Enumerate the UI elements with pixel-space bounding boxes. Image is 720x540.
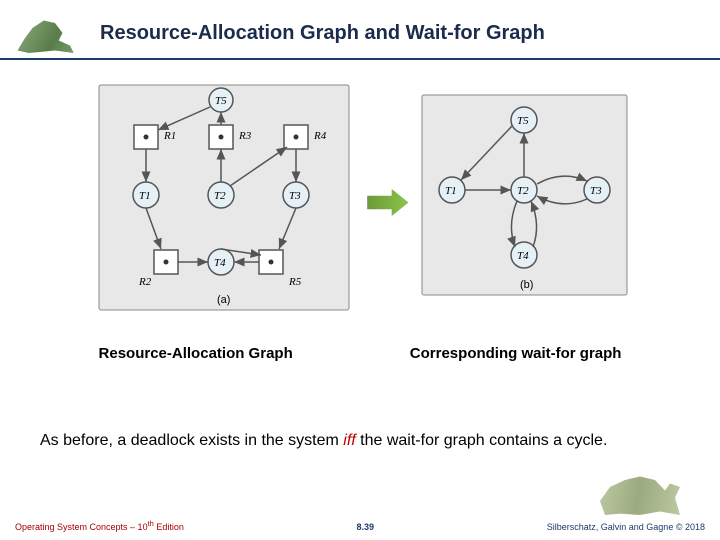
wf-t4: T4 bbox=[517, 250, 529, 262]
label-t2: T2 bbox=[214, 190, 226, 202]
body-post: the wait-for graph contains a cycle. bbox=[356, 432, 608, 449]
wf-t2: T2 bbox=[517, 185, 529, 197]
label-t3: T3 bbox=[289, 190, 301, 202]
wf-t3: T3 bbox=[590, 185, 602, 197]
dinosaur-watermark-icon bbox=[590, 452, 690, 522]
caption-row: Resource-Allocation Graph Corresponding … bbox=[40, 345, 680, 362]
diagram-b-label: (b) bbox=[520, 279, 533, 291]
caption-b: Corresponding wait-for graph bbox=[410, 345, 622, 362]
label-r3: R3 bbox=[238, 130, 252, 142]
wait-for-graph: T5 T1 T2 T3 T4 (b) bbox=[417, 90, 632, 315]
footer-left: Operating System Concepts – 10th Edition bbox=[15, 519, 184, 532]
wf-t5: T5 bbox=[517, 115, 529, 127]
dinosaur-logo-icon bbox=[10, 8, 85, 58]
label-r1: R1 bbox=[163, 130, 176, 142]
label-r4: R4 bbox=[313, 130, 327, 142]
body-text: As before, a deadlock exists in the syst… bbox=[40, 432, 680, 450]
footer-center: 8.39 bbox=[357, 522, 375, 532]
caption-a: Resource-Allocation Graph bbox=[99, 345, 293, 362]
diagram-row: R1 R3 R4 T5 T1 T2 T3 R2 R5 T4 (a) T5 T1 … bbox=[40, 75, 680, 330]
transform-arrow-icon bbox=[367, 189, 409, 216]
wf-t1: T1 bbox=[445, 185, 457, 197]
body-iff: iff bbox=[343, 432, 355, 449]
label-t4: T4 bbox=[214, 257, 226, 269]
slide-title: Resource-Allocation Graph and Wait-for G… bbox=[100, 22, 545, 45]
diagram-a-label: (a) bbox=[217, 294, 230, 306]
body-pre: As before, a deadlock exists in the syst… bbox=[40, 432, 343, 449]
label-r2: R2 bbox=[138, 276, 152, 288]
label-t1: T1 bbox=[139, 190, 151, 202]
resource-allocation-graph: R1 R3 R4 T5 T1 T2 T3 R2 R5 T4 (a) bbox=[89, 75, 359, 330]
slide-header: Resource-Allocation Graph and Wait-for G… bbox=[0, 0, 720, 60]
footer-right: Silberschatz, Galvin and Gagne © 2018 bbox=[547, 522, 705, 532]
label-t5: T5 bbox=[215, 95, 227, 107]
slide-footer: Operating System Concepts – 10th Edition… bbox=[0, 519, 720, 532]
content-area: R1 R3 R4 T5 T1 T2 T3 R2 R5 T4 (a) T5 T1 … bbox=[0, 65, 720, 402]
label-r5: R5 bbox=[288, 276, 302, 288]
